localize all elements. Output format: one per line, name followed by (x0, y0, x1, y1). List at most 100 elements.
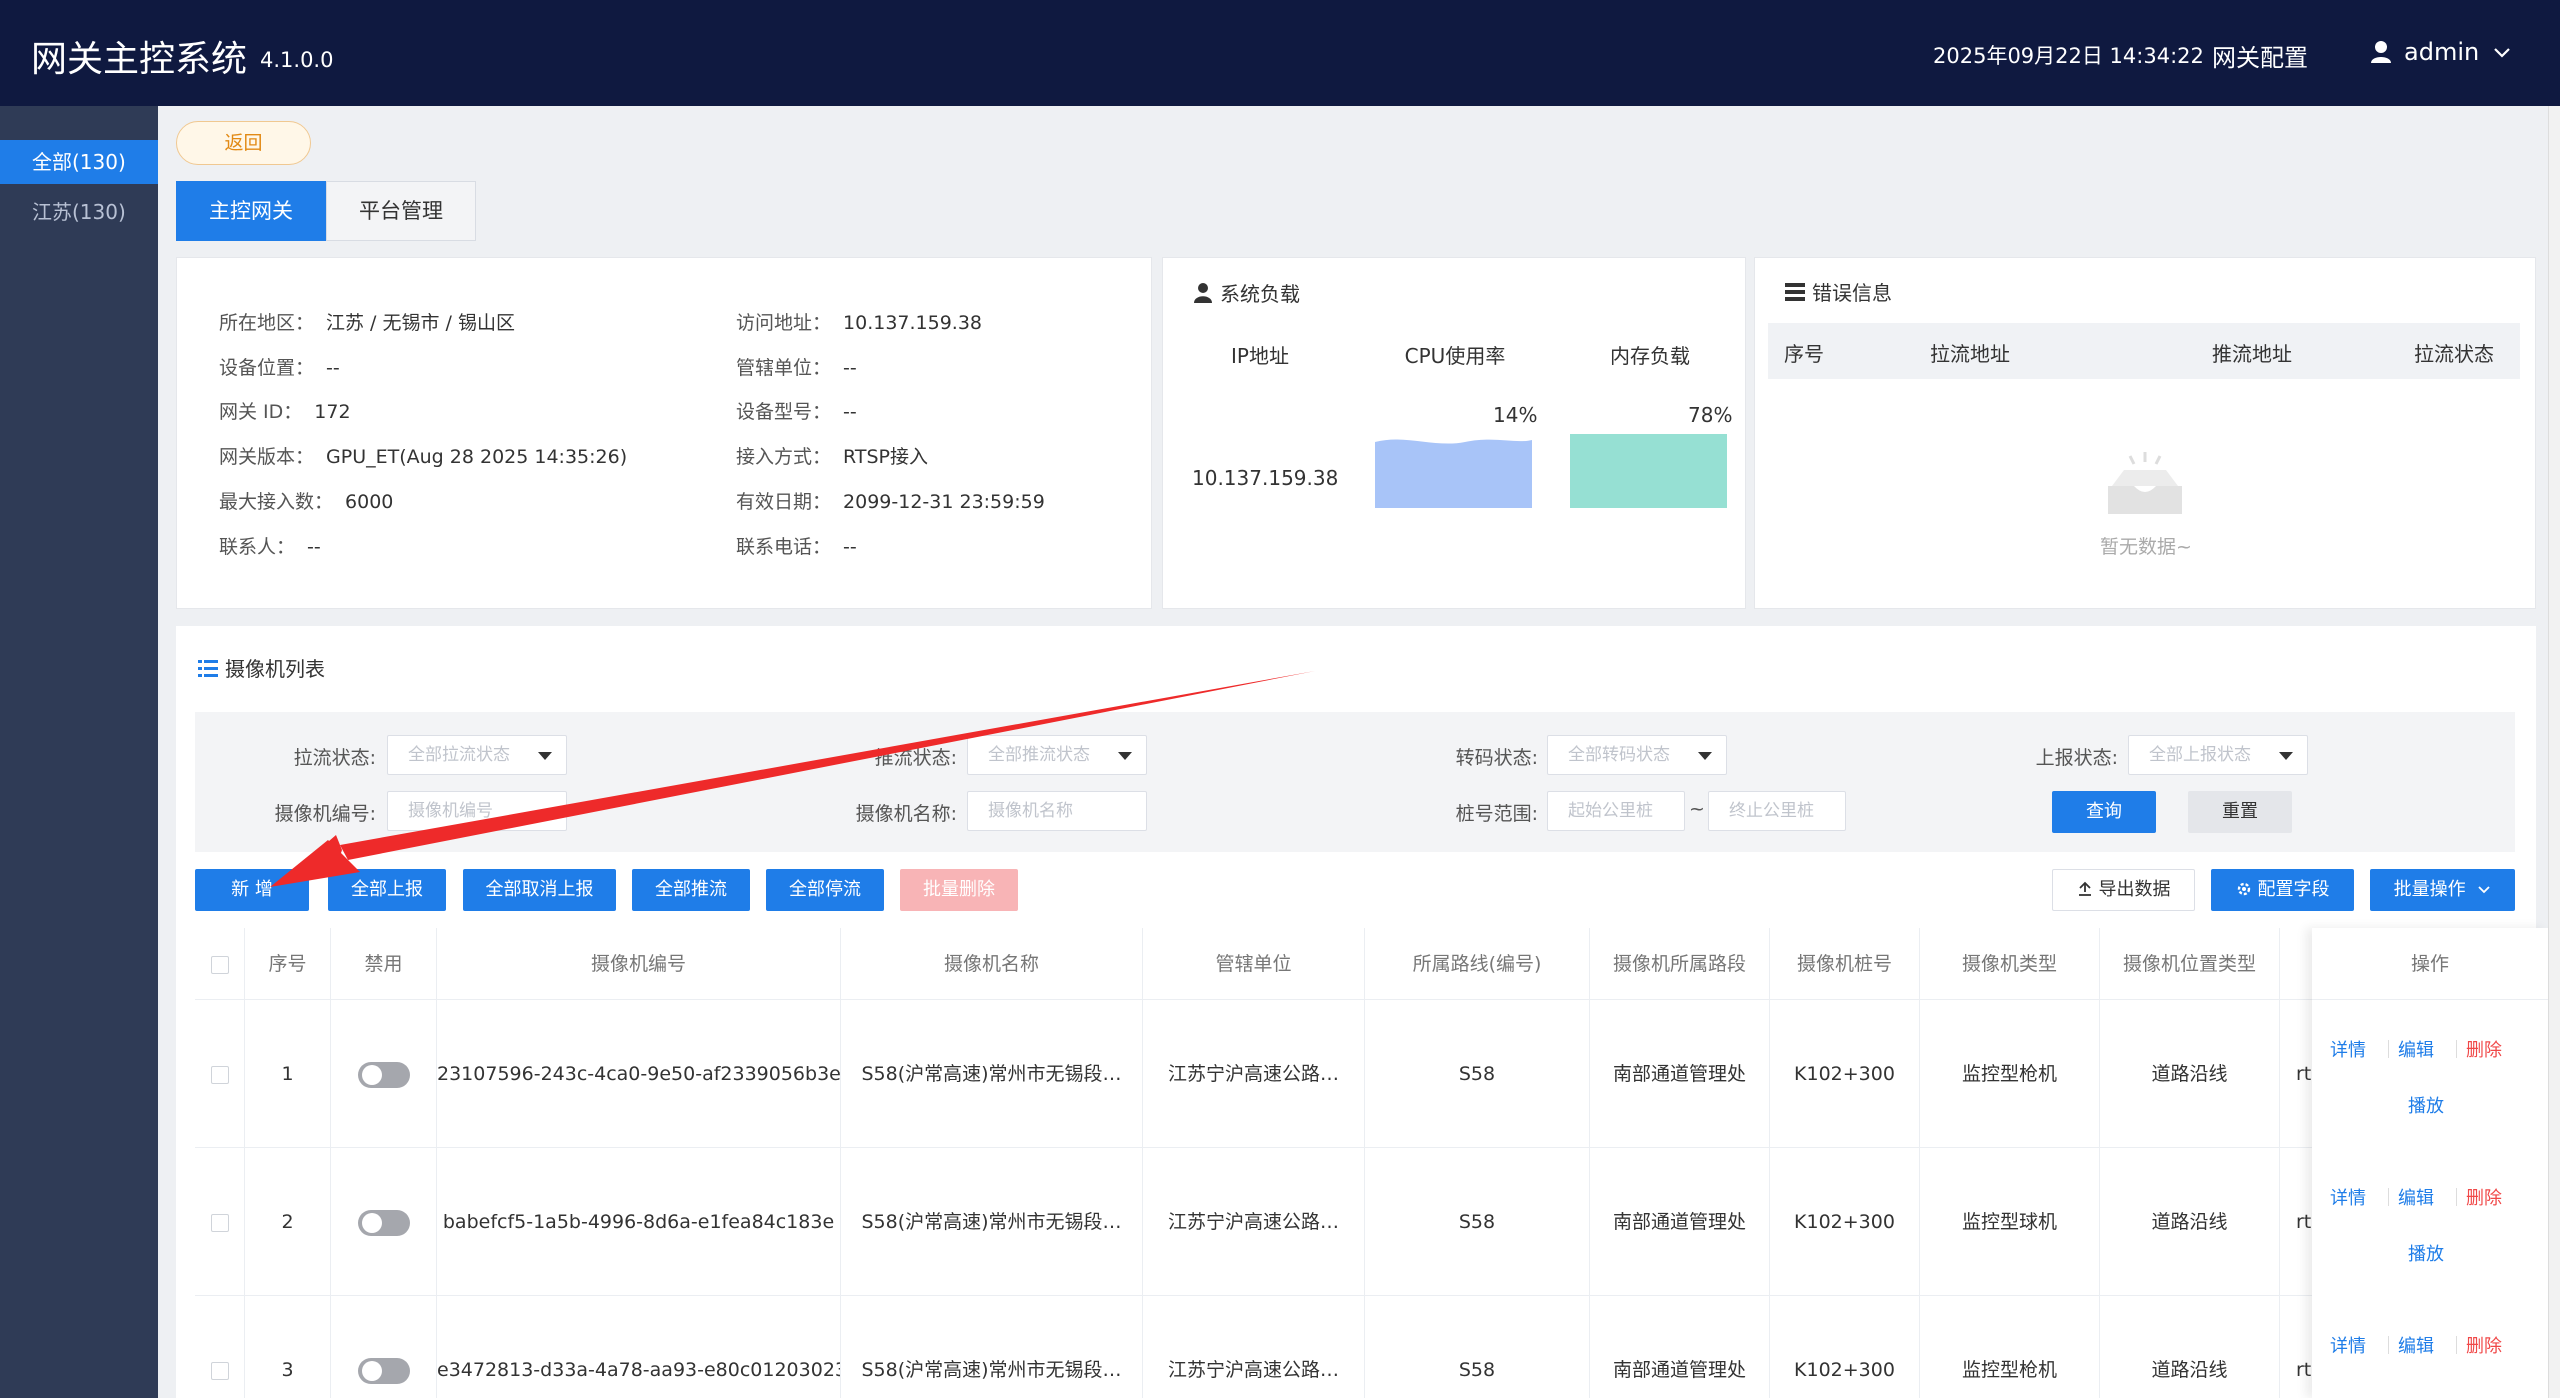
row-detail-link[interactable]: 详情 (2330, 1036, 2366, 1062)
cell-position-type: 道路沿线 (2100, 1000, 2280, 1148)
info-phone: 联系电话： -- (736, 536, 857, 558)
transcode-status-select[interactable]: 全部转码状态 (1547, 735, 1727, 775)
report-status-select[interactable]: 全部上报状态 (2128, 735, 2308, 775)
info-gateway-version: 网关版本： GPU_ET(Aug 28 2025 14:35:26) (219, 446, 628, 468)
info-device-model: 设备型号： -- (736, 401, 857, 423)
disable-toggle[interactable] (357, 1209, 410, 1236)
pile-end-input[interactable]: 终止公里桩 (1708, 791, 1846, 831)
cancel-report-all-button[interactable]: 全部取消上报 (463, 869, 616, 911)
cell-route: S58 (1365, 1148, 1590, 1296)
cell-jurisdiction: 江苏宁沪高速公路… (1143, 1296, 1365, 1398)
pull-status-label: 拉流状态: (293, 747, 376, 769)
load-header-memory: 内存负载 (1610, 344, 1690, 368)
reset-button[interactable]: 重置 (2188, 791, 2292, 833)
row-edit-link[interactable]: 编辑 (2398, 1036, 2434, 1062)
report-status-label: 上报状态: (2035, 747, 2118, 769)
pile-start-input[interactable]: 起始公里桩 (1547, 791, 1685, 831)
row-detail-link[interactable]: 详情 (2330, 1332, 2366, 1358)
row-checkbox[interactable] (210, 1361, 229, 1380)
cell-route: S58 (1365, 1296, 1590, 1398)
push-all-button[interactable]: 全部推流 (632, 869, 750, 911)
region-sidebar: 全部(130) 江苏(130) (0, 106, 158, 1398)
info-location: 设备位置： -- (219, 357, 340, 379)
col-disabled: 禁用 (331, 928, 437, 1000)
op-divider (2456, 1040, 2457, 1058)
config-fields-button[interactable]: 配置字段 (2211, 869, 2354, 911)
row-checkbox-cell[interactable] (195, 1148, 245, 1296)
cell-jurisdiction: 江苏宁沪高速公路… (1143, 1000, 1365, 1148)
error-col-index: 序号 (1784, 342, 1824, 366)
cell-disabled[interactable] (331, 1296, 437, 1398)
cell-camera-type: 监控型球机 (1920, 1148, 2100, 1296)
back-button[interactable]: 返回 (176, 121, 311, 165)
row-edit-link[interactable]: 编辑 (2398, 1184, 2434, 1210)
top-bar: 网关主控系统 4.1.0.0 2025年09月22日 14:34:22 网关配置… (0, 0, 2560, 106)
cpu-percent: 14% (1493, 403, 1538, 427)
page-scrollbar[interactable] (2548, 106, 2560, 1398)
col-camera-type: 摄像机类型 (1920, 928, 2100, 1000)
cell-camera-number: babefcf5-1a5b-4996-8d6a-e1fea84c183e (437, 1148, 841, 1296)
tab-platform-management[interactable]: 平台管理 (326, 181, 476, 241)
sidebar-item-all[interactable]: 全部(130) (0, 140, 158, 184)
row-checkbox-cell[interactable] (195, 1296, 245, 1398)
error-col-push-url: 推流地址 (2212, 342, 2292, 366)
info-valid-date: 有效日期： 2099-12-31 23:59:59 (736, 491, 1045, 513)
row-delete-link[interactable]: 删除 (2466, 1036, 2502, 1062)
info-max-access: 最大接入数： 6000 (219, 491, 394, 513)
row-checkbox[interactable] (210, 1213, 229, 1232)
row-edit-link[interactable]: 编辑 (2398, 1332, 2434, 1358)
tab-master-gateway[interactable]: 主控网关 (176, 181, 326, 241)
op-divider (2456, 1336, 2457, 1354)
cell-camera-name: S58(沪常高速)常州市无锡段… (841, 1148, 1143, 1296)
cell-pile: K102+300 (1770, 1296, 1920, 1398)
gateway-config-link[interactable]: 网关配置 (2212, 38, 2308, 73)
camera-number-input[interactable]: 摄像机编号 (387, 791, 567, 831)
row-checkbox-cell[interactable] (195, 1000, 245, 1148)
batch-operations-button[interactable]: 批量操作 (2370, 869, 2515, 911)
user-icon (2371, 41, 2391, 63)
row-play-link[interactable]: 播放 (2408, 1092, 2444, 1118)
select-all-checkbox-cell[interactable] (195, 928, 245, 1000)
camera-name-input[interactable]: 摄像机名称 (967, 791, 1147, 831)
col-jurisdiction: 管辖单位 (1143, 928, 1365, 1000)
pull-status-select[interactable]: 全部拉流状态 (387, 735, 567, 775)
push-status-select[interactable]: 全部推流状态 (967, 735, 1147, 775)
select-all-checkbox[interactable] (210, 955, 229, 974)
add-camera-button[interactable]: 新 增 (195, 869, 309, 911)
stop-all-button[interactable]: 全部停流 (766, 869, 884, 911)
memory-usage-wave (1570, 434, 1727, 508)
cell-disabled[interactable] (331, 1148, 437, 1296)
filter-area (195, 712, 2515, 852)
cell-camera-number: e3472813-d33a-4a78-aa93-e80c01203023 (437, 1296, 841, 1398)
row-delete-link[interactable]: 删除 (2466, 1184, 2502, 1210)
op-divider (2456, 1188, 2457, 1206)
info-jurisdiction: 管辖单位： -- (736, 357, 857, 379)
row-play-link[interactable]: 播放 (2408, 1240, 2444, 1266)
range-tilde: ~ (1689, 798, 1705, 820)
col-index: 序号 (245, 928, 331, 1000)
load-ip: 10.137.159.38 (1192, 466, 1339, 490)
cell-disabled[interactable] (331, 1000, 437, 1148)
error-col-pull-url: 拉流地址 (1930, 342, 2010, 366)
sidebar-item-jiangsu[interactable]: 江苏(130) (0, 190, 158, 234)
batch-delete-button[interactable]: 批量删除 (900, 869, 1018, 911)
disable-toggle[interactable] (357, 1061, 410, 1088)
user-menu[interactable]: admin (2370, 38, 2513, 66)
cell-pile: K102+300 (1770, 1148, 1920, 1296)
report-all-button[interactable]: 全部上报 (328, 869, 446, 911)
error-info-title: 错误信息 (1784, 277, 1892, 306)
push-status-label: 推流状态: (874, 747, 957, 769)
row-detail-link[interactable]: 详情 (2330, 1184, 2366, 1210)
row-checkbox[interactable] (210, 1065, 229, 1084)
info-access-mode: 接入方式： RTSP接入 (736, 446, 928, 468)
col-camera-name: 摄像机名称 (841, 928, 1143, 1000)
operations-column: 操作 详情 编辑 删除 播放 详情 编辑 删除 播放 详情 编辑 删除 (2312, 928, 2548, 1398)
col-camera-number: 摄像机编号 (437, 928, 841, 1000)
export-data-button[interactable]: 导出数据 (2052, 869, 2195, 911)
caret-down-icon (1698, 752, 1712, 760)
query-button[interactable]: 查询 (2052, 791, 2156, 833)
row-delete-link[interactable]: 删除 (2466, 1332, 2502, 1358)
disable-toggle[interactable] (357, 1357, 410, 1384)
current-datetime: 2025年09月22日 14:34:22 (1933, 44, 2204, 68)
system-load-title: 系统负载 (1192, 278, 1300, 307)
